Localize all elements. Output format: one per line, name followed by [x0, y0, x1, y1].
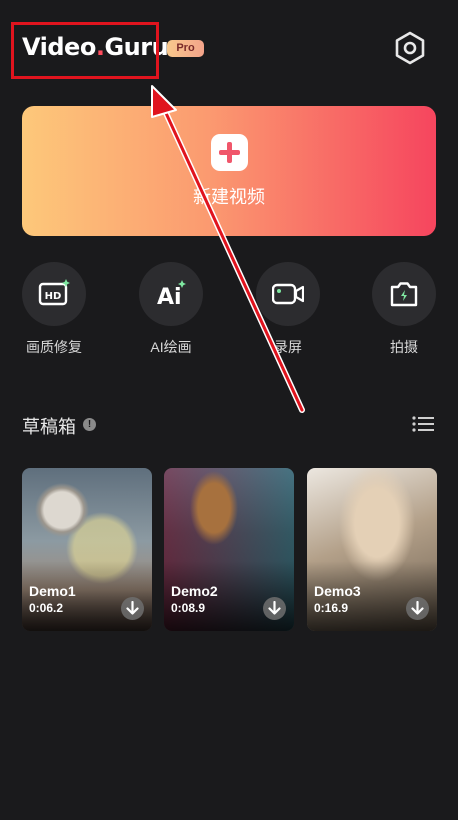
download-arrow-icon [411, 601, 424, 615]
tool-ai-painting[interactable]: Ai AI绘画 [138, 262, 204, 357]
plus-icon [211, 134, 248, 171]
download-button[interactable] [406, 597, 429, 620]
download-arrow-icon [126, 601, 139, 615]
list-icon [412, 416, 434, 432]
screen-record-icon [272, 283, 304, 305]
download-button[interactable] [121, 597, 144, 620]
camera-icon [390, 282, 418, 307]
settings-hexagon-icon [395, 31, 425, 65]
draft-duration: 0:06.2 [29, 601, 64, 615]
draft-name: Demo3 [314, 583, 361, 599]
draft-name: Demo1 [29, 583, 76, 599]
svg-text:Ai: Ai [157, 285, 182, 310]
draft-card-demo2[interactable]: Demo2 0:08.9 [164, 468, 294, 631]
tool-label: 录屏 [274, 339, 302, 355]
tool-label: 拍摄 [390, 339, 418, 355]
settings-button[interactable] [392, 30, 428, 66]
svg-text:HD: HD [45, 291, 62, 302]
tool-quality-repair[interactable]: HD 画质修复 [21, 262, 87, 357]
header: Video.Guru Pro [0, 0, 458, 96]
draft-card-demo3[interactable]: Demo3 0:16.9 [307, 468, 437, 631]
draft-card-demo1[interactable]: Demo1 0:06.2 [22, 468, 152, 631]
info-icon[interactable]: ! [83, 418, 96, 431]
draft-duration: 0:16.9 [314, 601, 349, 615]
annotation-highlight-box [11, 22, 159, 79]
tool-camera[interactable]: 拍摄 [371, 262, 437, 357]
hd-icon: HD [38, 279, 70, 306]
pro-badge[interactable]: Pro [167, 40, 204, 57]
download-arrow-icon [268, 601, 281, 615]
drafts-title: 草稿箱 [22, 417, 76, 437]
new-video-button[interactable]: 新建视频 [22, 106, 436, 236]
draft-duration: 0:08.9 [171, 601, 206, 615]
tool-label: AI绘画 [150, 339, 192, 355]
download-button[interactable] [263, 597, 286, 620]
ai-sparkle-icon: Ai [157, 280, 186, 310]
tool-screen-record[interactable]: 录屏 [255, 262, 321, 357]
list-view-button[interactable] [412, 415, 434, 433]
new-video-label: 新建视频 [193, 187, 265, 207]
tool-label: 画质修复 [26, 339, 82, 355]
draft-name: Demo2 [171, 583, 218, 599]
